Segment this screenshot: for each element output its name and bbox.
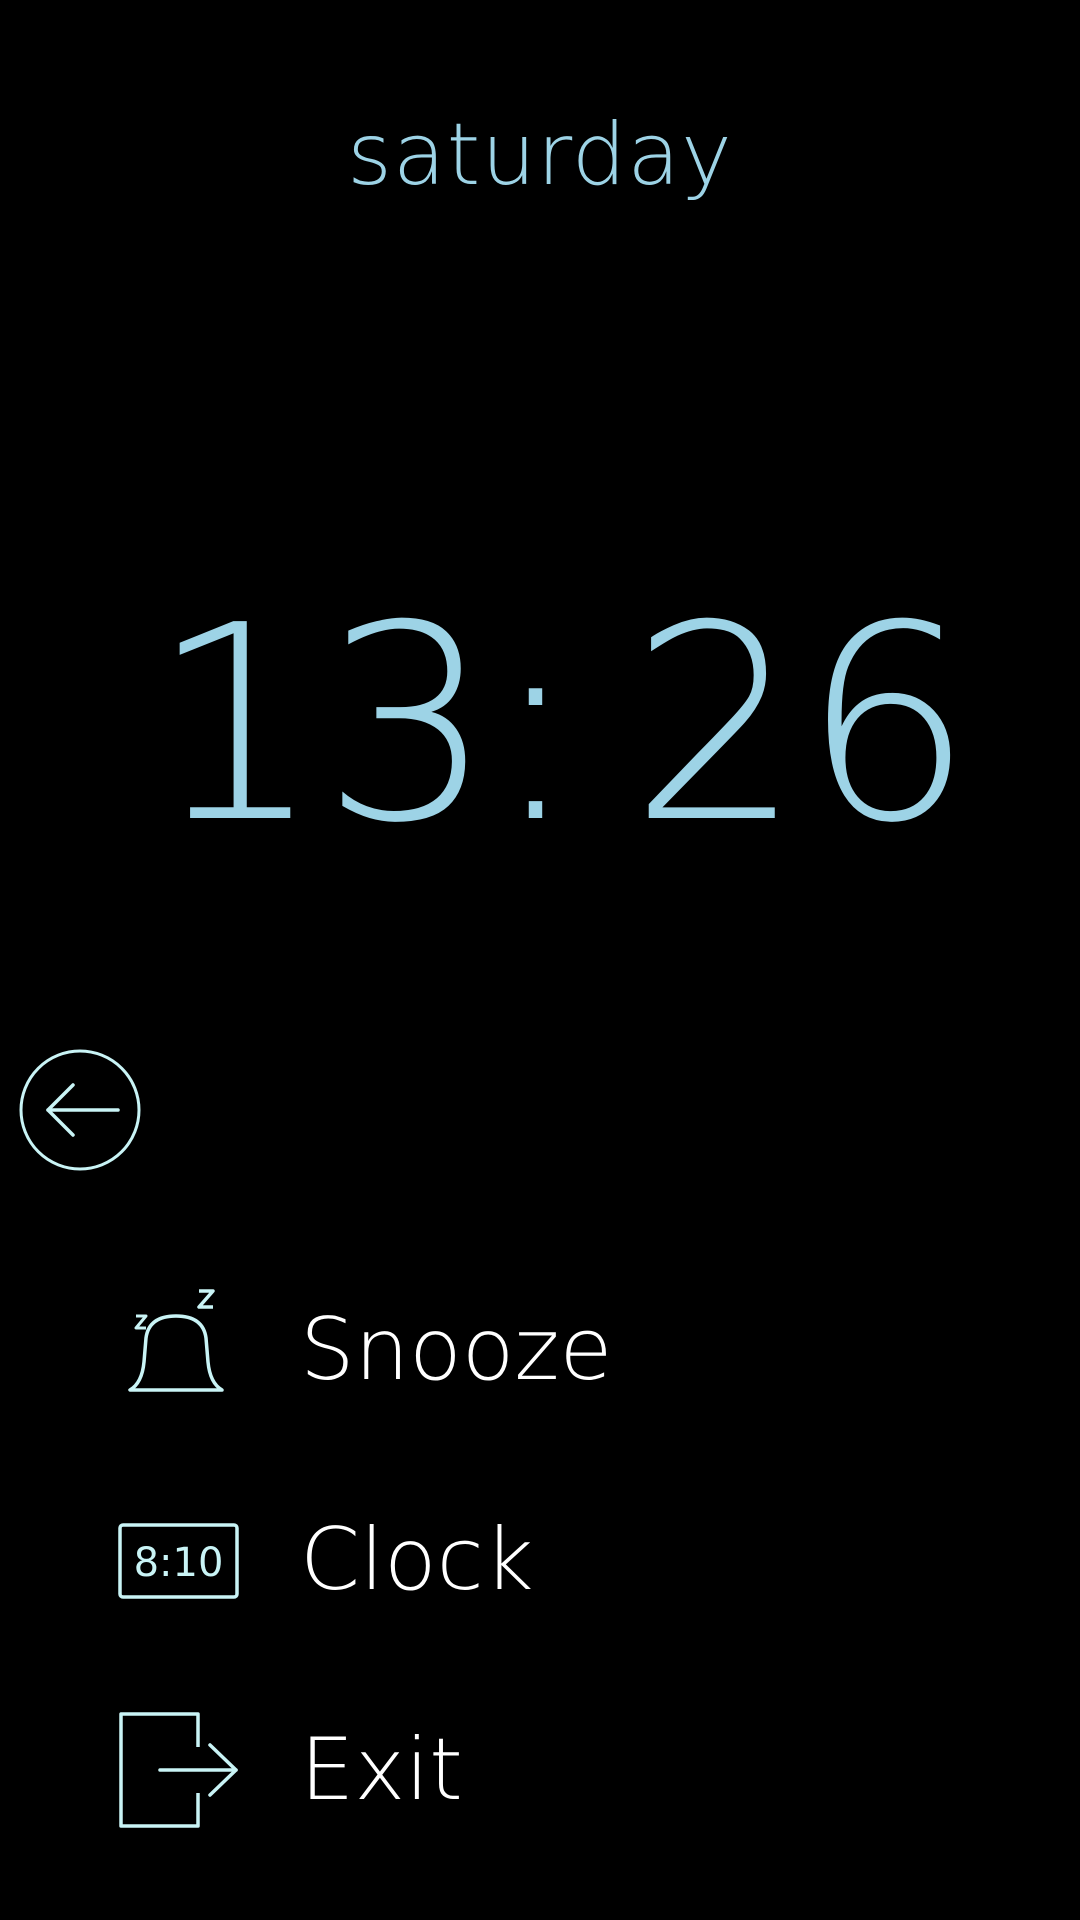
digital-clock-icon: 8:10 xyxy=(118,1523,239,1599)
exit-label: Exit xyxy=(300,1720,463,1820)
svg-text:8:10: 8:10 xyxy=(134,1540,224,1586)
clock-hours: 13 xyxy=(150,567,494,882)
snooze-bell-icon xyxy=(128,1289,224,1392)
exit-icon xyxy=(119,1712,238,1828)
clock-separator: : xyxy=(490,567,581,882)
day-of-week: saturday xyxy=(347,105,733,205)
back-button[interactable] xyxy=(18,1048,142,1172)
clock-minutes: 26 xyxy=(630,567,974,882)
clock-time: 13 : 26 xyxy=(150,567,974,882)
back-arrow-circle-icon xyxy=(19,1049,141,1171)
clock-label: Clock xyxy=(300,1510,534,1610)
exit-button[interactable]: Exit xyxy=(110,1700,810,1840)
clock-button[interactable]: 8:10 Clock xyxy=(110,1490,810,1630)
snooze-button[interactable]: Snooze xyxy=(110,1280,810,1420)
snooze-label: Snooze xyxy=(300,1300,613,1400)
